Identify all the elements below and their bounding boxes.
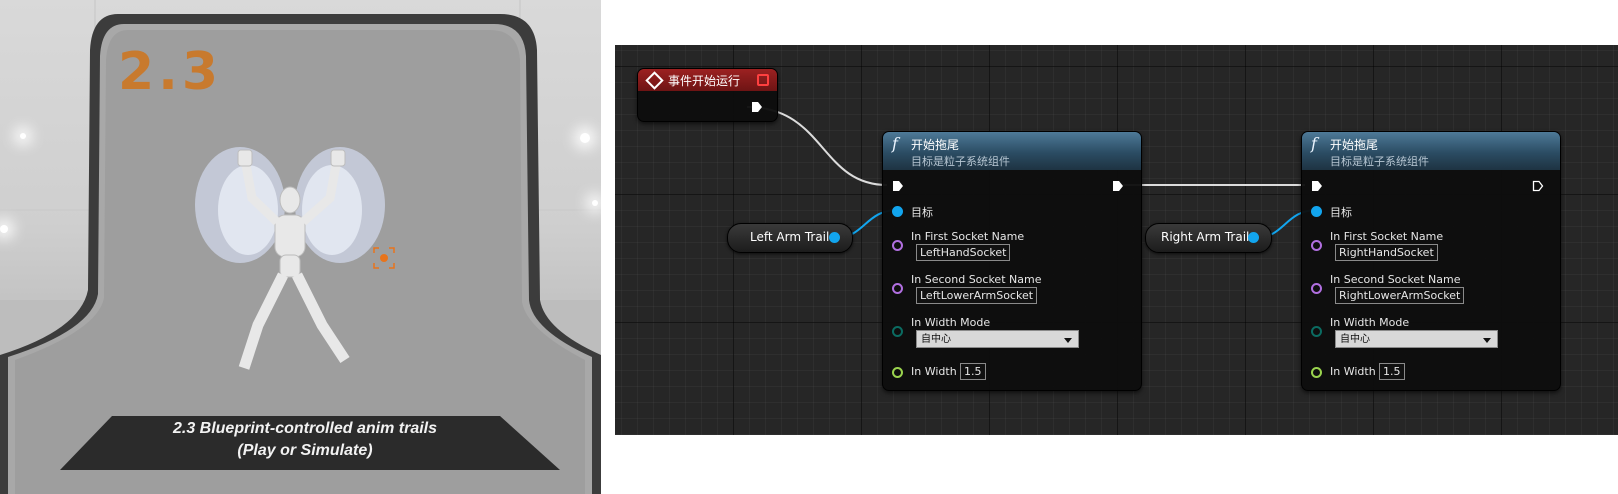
- first-socket-field[interactable]: LeftHandSocket: [916, 244, 1011, 261]
- blueprint-graph[interactable]: 事件开始运行 Left Arm Trail Right Arm Trail f …: [615, 45, 1618, 435]
- first-socket-label: In First Socket Name: [1330, 230, 1444, 243]
- name-pin[interactable]: [1311, 283, 1322, 294]
- width-mode-label: In Width Mode: [911, 316, 991, 329]
- function-node-start-trails-left[interactable]: f 开始拖尾 目标是粒子系统组件 目标 In First Socket Name…: [882, 131, 1142, 391]
- chevron-down-icon: [1064, 338, 1072, 343]
- function-node-header[interactable]: f 开始拖尾 目标是粒子系统组件: [1302, 132, 1560, 170]
- name-pin[interactable]: [1311, 240, 1322, 251]
- function-icon: f: [892, 134, 898, 153]
- light-glow: [580, 133, 590, 143]
- width-label: In Width: [911, 365, 957, 378]
- exec-out-pin[interactable]: [1112, 180, 1124, 192]
- width-field[interactable]: 1.5: [960, 363, 986, 380]
- width-label: In Width: [1330, 365, 1376, 378]
- target-label: 目标: [1330, 206, 1352, 219]
- exhibit-title: 2.3 Blueprint-controlled anim trails (Pl…: [100, 418, 510, 462]
- second-socket-label: In Second Socket Name: [911, 273, 1042, 286]
- particle-emitter-icon[interactable]: [372, 246, 396, 270]
- chevron-down-icon: [1483, 338, 1491, 343]
- second-socket-field[interactable]: LeftLowerArmSocket: [916, 287, 1038, 304]
- variable-label: Right Arm Trail: [1161, 230, 1250, 244]
- light-glow: [20, 133, 26, 139]
- level-viewport[interactable]: 2.3 2.3 Blueprint-controlled anim trails…: [0, 0, 601, 494]
- float-pin[interactable]: [892, 367, 903, 378]
- second-socket-label: In Second Socket Name: [1330, 273, 1461, 286]
- float-pin[interactable]: [1311, 367, 1322, 378]
- exec-in-pin[interactable]: [892, 180, 904, 192]
- name-pin[interactable]: [892, 240, 903, 251]
- target-pin[interactable]: [892, 206, 903, 217]
- first-socket-label: In First Socket Name: [911, 230, 1025, 243]
- function-title: 开始拖尾: [911, 138, 960, 152]
- exhibit-number: 2.3: [118, 42, 223, 102]
- variable-node-left-arm-trail[interactable]: Left Arm Trail: [727, 223, 853, 253]
- function-title: 开始拖尾: [1330, 138, 1379, 152]
- function-subtitle: 目标是粒子系统组件: [1330, 155, 1429, 168]
- width-field[interactable]: 1.5: [1379, 363, 1405, 380]
- second-socket-field[interactable]: RightLowerArmSocket: [1335, 287, 1465, 304]
- exhibit-title-line2: (Play or Simulate): [237, 442, 373, 459]
- width-mode-dropdown[interactable]: 自中心: [916, 330, 1079, 348]
- light-glow: [0, 225, 8, 233]
- width-mode-value: 自中心: [921, 334, 951, 345]
- event-diamond-icon: [645, 70, 664, 90]
- event-node-header[interactable]: 事件开始运行: [638, 69, 777, 91]
- object-out-pin[interactable]: [1248, 232, 1259, 243]
- target-pin[interactable]: [1311, 206, 1322, 217]
- exec-out-pin[interactable]: [751, 101, 763, 113]
- width-mode-value: 自中心: [1340, 334, 1370, 345]
- light-glow: [592, 200, 598, 206]
- function-node-header[interactable]: f 开始拖尾 目标是粒子系统组件: [883, 132, 1141, 170]
- variable-label: Left Arm Trail: [750, 230, 830, 244]
- target-label: 目标: [911, 206, 933, 219]
- event-node-title: 事件开始运行: [668, 73, 741, 88]
- width-mode-dropdown[interactable]: 自中心: [1335, 330, 1498, 348]
- first-socket-field[interactable]: RightHandSocket: [1335, 244, 1438, 261]
- function-subtitle: 目标是粒子系统组件: [911, 155, 1010, 168]
- exhibit-title-line1: 2.3 Blueprint-controlled anim trails: [172, 420, 438, 437]
- enum-pin[interactable]: [1311, 326, 1322, 337]
- width-mode-label: In Width Mode: [1330, 316, 1410, 329]
- exec-out-pin[interactable]: [1532, 180, 1544, 192]
- event-stop-icon: [757, 74, 769, 86]
- event-begin-play-node[interactable]: 事件开始运行: [637, 68, 778, 122]
- exec-in-pin[interactable]: [1311, 180, 1323, 192]
- function-node-start-trails-right[interactable]: f 开始拖尾 目标是粒子系统组件 目标 In First Socket Name…: [1301, 131, 1561, 391]
- function-icon: f: [1311, 134, 1317, 153]
- variable-node-right-arm-trail[interactable]: Right Arm Trail: [1145, 223, 1272, 253]
- enum-pin[interactable]: [892, 326, 903, 337]
- object-out-pin[interactable]: [829, 232, 840, 243]
- name-pin[interactable]: [892, 283, 903, 294]
